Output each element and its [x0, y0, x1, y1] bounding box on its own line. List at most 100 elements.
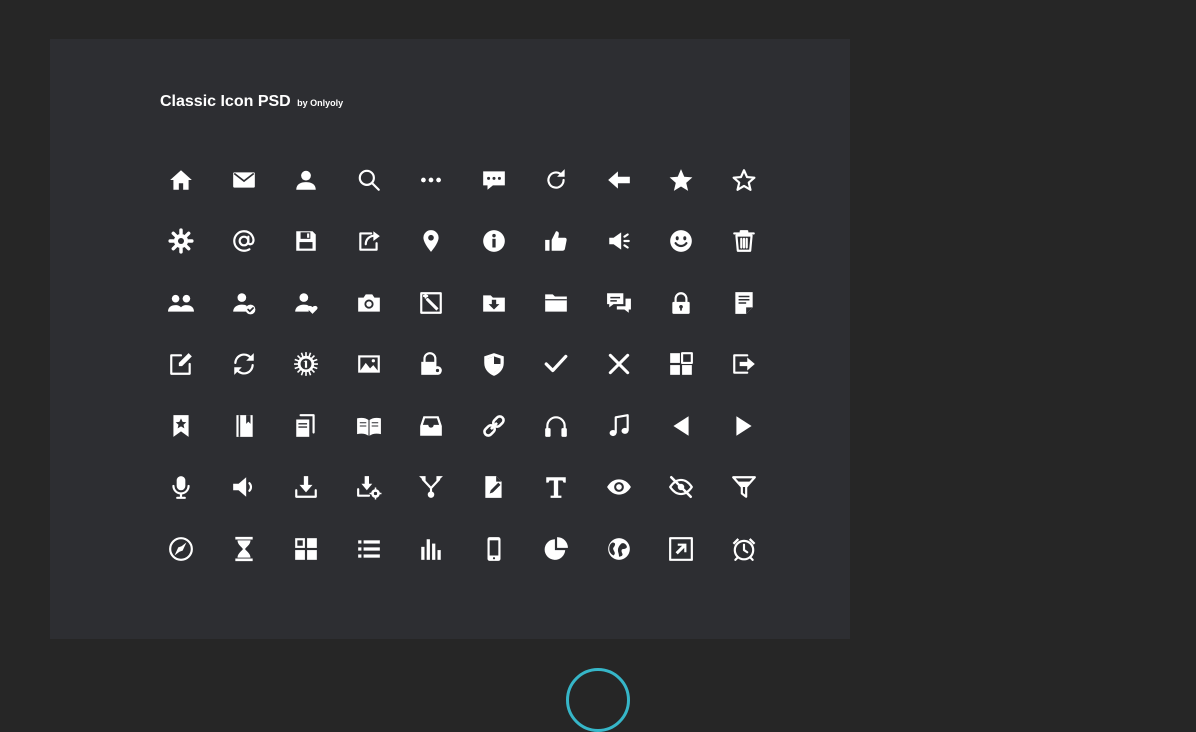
inbox-cell[interactable]	[400, 395, 463, 457]
alarm-clock-cell[interactable]	[713, 518, 776, 580]
close-cell[interactable]	[588, 334, 651, 396]
link-cell[interactable]	[463, 395, 526, 457]
text-cell[interactable]	[525, 457, 588, 519]
speaker-announce-cell[interactable]	[588, 211, 651, 273]
trash-cell[interactable]	[713, 211, 776, 273]
scroll-indicator[interactable]	[566, 668, 630, 732]
lock-settings-cell[interactable]	[400, 334, 463, 396]
download-settings-icon	[356, 476, 382, 500]
gear-cell[interactable]	[150, 211, 213, 273]
home-cell[interactable]	[150, 149, 213, 211]
eye-cell[interactable]	[588, 457, 651, 519]
mail-cell[interactable]	[213, 149, 276, 211]
shield-cell[interactable]	[463, 334, 526, 396]
filter-cell[interactable]	[713, 457, 776, 519]
play-right-icon	[736, 416, 752, 436]
arrow-left-cell[interactable]	[588, 149, 651, 211]
edit-cell[interactable]	[150, 334, 213, 396]
eye-off-cell[interactable]	[650, 457, 713, 519]
list-cell[interactable]	[338, 518, 401, 580]
link-icon	[482, 414, 505, 437]
document-cell[interactable]	[713, 272, 776, 334]
hourglass-cell[interactable]	[213, 518, 276, 580]
volume-cell[interactable]	[213, 457, 276, 519]
lock-cell[interactable]	[650, 272, 713, 334]
chat-bubbles-icon	[606, 293, 631, 313]
headphones-cell[interactable]	[525, 395, 588, 457]
sync-icon	[234, 353, 254, 376]
checkmark-icon	[544, 355, 568, 373]
chat-icon	[482, 171, 505, 190]
folder-download-cell[interactable]	[463, 272, 526, 334]
image-edit-cell[interactable]	[400, 272, 463, 334]
icon-grid	[150, 149, 775, 580]
header: Classic Icon PSD by Onlyoly	[160, 93, 343, 111]
star-filled-cell[interactable]	[650, 149, 713, 211]
music-note-cell[interactable]	[588, 395, 651, 457]
bookmark-star-icon	[173, 414, 189, 437]
play-left-cell[interactable]	[650, 395, 713, 457]
compass-cell[interactable]	[150, 518, 213, 580]
badge-cell[interactable]	[275, 334, 338, 396]
picture-cell[interactable]	[338, 334, 401, 396]
book-cell[interactable]	[213, 395, 276, 457]
refresh-cell[interactable]	[525, 149, 588, 211]
star-filled-icon	[669, 168, 693, 191]
fork-cell[interactable]	[400, 457, 463, 519]
image-edit-icon	[420, 291, 443, 314]
chat-bubbles-cell[interactable]	[588, 272, 651, 334]
info-cell[interactable]	[463, 211, 526, 273]
microphone-cell[interactable]	[150, 457, 213, 519]
document-edit-cell[interactable]	[463, 457, 526, 519]
chat-cell[interactable]	[463, 149, 526, 211]
more-dots-cell[interactable]	[400, 149, 463, 211]
search-cell[interactable]	[338, 149, 401, 211]
open-book-cell[interactable]	[338, 395, 401, 457]
mobile-cell[interactable]	[463, 518, 526, 580]
pie-chart-icon	[544, 536, 569, 560]
list-icon	[357, 540, 380, 558]
external-link-cell[interactable]	[650, 518, 713, 580]
users-cell[interactable]	[150, 272, 213, 334]
folder-cell[interactable]	[525, 272, 588, 334]
camera-cell[interactable]	[338, 272, 401, 334]
pie-chart-cell[interactable]	[525, 518, 588, 580]
user-heart-cell[interactable]	[275, 272, 338, 334]
globe-cell[interactable]	[588, 518, 651, 580]
books-cell[interactable]	[275, 395, 338, 457]
globe-icon	[607, 537, 630, 560]
download-settings-cell[interactable]	[338, 457, 401, 519]
folder-download-icon	[482, 295, 505, 312]
sync-cell[interactable]	[213, 334, 276, 396]
info-icon	[482, 230, 505, 253]
text-icon	[546, 477, 566, 499]
smiley-cell[interactable]	[650, 211, 713, 273]
user-cell[interactable]	[275, 149, 338, 211]
play-right-cell[interactable]	[713, 395, 776, 457]
user-check-icon	[232, 293, 256, 315]
at-cell[interactable]	[213, 211, 276, 273]
sign-out-cell[interactable]	[713, 334, 776, 396]
thumbs-up-cell[interactable]	[525, 211, 588, 273]
save-cell[interactable]	[275, 211, 338, 273]
user-check-cell[interactable]	[213, 272, 276, 334]
tiles-cell[interactable]	[275, 518, 338, 580]
share-cell[interactable]	[338, 211, 401, 273]
bar-chart-cell[interactable]	[400, 518, 463, 580]
user-heart-icon	[295, 293, 318, 314]
refresh-icon	[547, 168, 565, 189]
star-outline-cell[interactable]	[713, 149, 776, 211]
checkmark-cell[interactable]	[525, 334, 588, 396]
books-icon	[296, 413, 315, 437]
download-cell[interactable]	[275, 457, 338, 519]
badge-icon	[294, 352, 319, 377]
search-icon	[358, 169, 380, 191]
location-pin-cell[interactable]	[400, 211, 463, 273]
filter-icon	[731, 476, 756, 499]
bar-chart-icon	[421, 539, 441, 560]
bookmark-star-cell[interactable]	[150, 395, 213, 457]
star-outline-icon	[732, 168, 756, 191]
dashboard-cell[interactable]	[650, 334, 713, 396]
picture-icon	[357, 355, 380, 373]
save-icon	[296, 231, 316, 251]
